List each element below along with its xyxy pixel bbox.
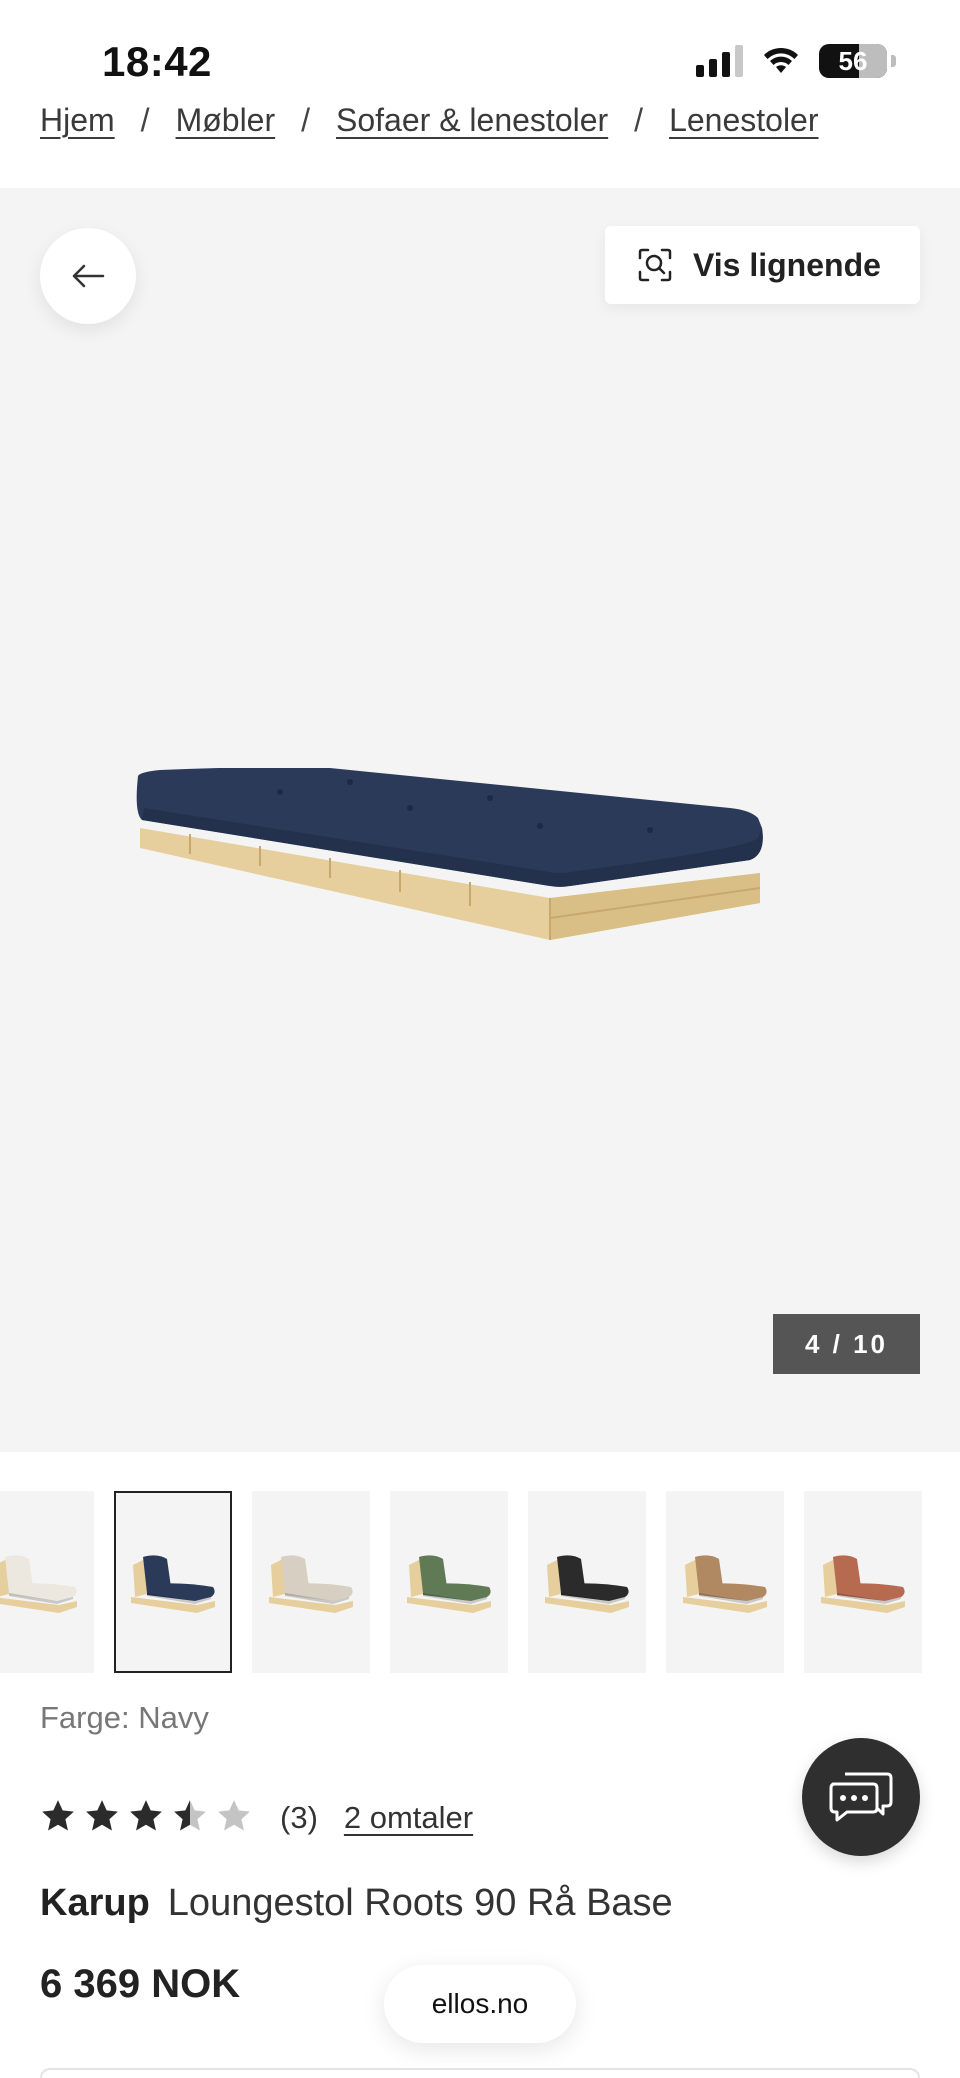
visual-search-icon [638, 248, 672, 282]
domain-pill[interactable]: ellos.no [384, 1965, 576, 2043]
thumbnail-strip[interactable] [0, 1491, 960, 1673]
battery-cap [891, 55, 896, 67]
product-gallery[interactable]: Vis lignende 4 / 10 [0, 188, 960, 1452]
star-icon [128, 1798, 164, 1837]
thumbnail-chair-image [683, 1555, 767, 1613]
show-similar-button[interactable]: Vis lignende [605, 226, 920, 304]
show-similar-label: Vis lignende [693, 246, 881, 283]
breadcrumb-separator: / [301, 102, 311, 138]
thumbnail-rust[interactable] [804, 1491, 922, 1673]
product-image [136, 768, 763, 940]
product-name: Loungestol Roots 90 Rå Base [167, 1882, 673, 1924]
arrow-left-icon [72, 264, 105, 288]
thumbnail-chair-image [0, 1555, 77, 1613]
image-counter: 4 / 10 [773, 1314, 920, 1374]
thumbnail-navy[interactable] [114, 1491, 232, 1673]
product-rating: (3) 2 omtaler [40, 1798, 473, 1837]
product-title: Karup Loungestol Roots 90 Rå Base [40, 1882, 673, 1925]
product-price: 6 369 NOK [40, 1962, 241, 2006]
thumbnail-black[interactable] [528, 1491, 646, 1673]
star-icon [172, 1798, 208, 1837]
next-section-edge [40, 2068, 920, 2078]
thumbnail-chair-image [821, 1555, 905, 1613]
rating-stars [40, 1798, 252, 1837]
thumbnail-chair-image [407, 1555, 491, 1613]
thumbnail-chair-image [545, 1555, 629, 1613]
breadcrumb-hjem[interactable]: Hjem [40, 102, 115, 139]
star-icon [40, 1798, 76, 1837]
signal-icon [696, 45, 743, 77]
thumbnail-beige[interactable] [252, 1491, 370, 1673]
rating-count: (3) [280, 1799, 318, 1835]
thumbnail-chair-image [131, 1555, 215, 1613]
color-label: Farge: Navy [40, 1700, 209, 1735]
product-brand[interactable]: Karup [40, 1882, 150, 1925]
breadcrumb-mobler[interactable]: Møbler [176, 102, 276, 139]
breadcrumb-lenestoler[interactable]: Lenestoler [669, 102, 818, 139]
thumbnail-caramel[interactable] [666, 1491, 784, 1673]
breadcrumb-separator: / [634, 102, 644, 138]
breadcrumb-sofaer[interactable]: Sofaer & lenestoler [336, 102, 608, 139]
thumbnail-olive-green[interactable] [390, 1491, 508, 1673]
battery-level: 56 [838, 45, 868, 76]
star-icon [216, 1798, 252, 1837]
thumbnail-chair-image [269, 1555, 353, 1613]
status-icons: 56 [696, 44, 896, 78]
battery-icon: 56 [819, 44, 887, 78]
star-icon [84, 1798, 120, 1837]
breadcrumb: Hjem / Møbler / Sofaer & lenestoler / Le… [40, 102, 819, 139]
chat-icon [829, 1772, 893, 1822]
status-time: 18:42 [102, 38, 212, 85]
breadcrumb-separator: / [140, 102, 150, 138]
thumbnail-off-white[interactable] [0, 1491, 94, 1673]
chat-button[interactable] [802, 1738, 920, 1856]
reviews-link[interactable]: 2 omtaler [344, 1800, 473, 1836]
wifi-icon [764, 47, 798, 73]
back-button[interactable] [40, 228, 136, 324]
